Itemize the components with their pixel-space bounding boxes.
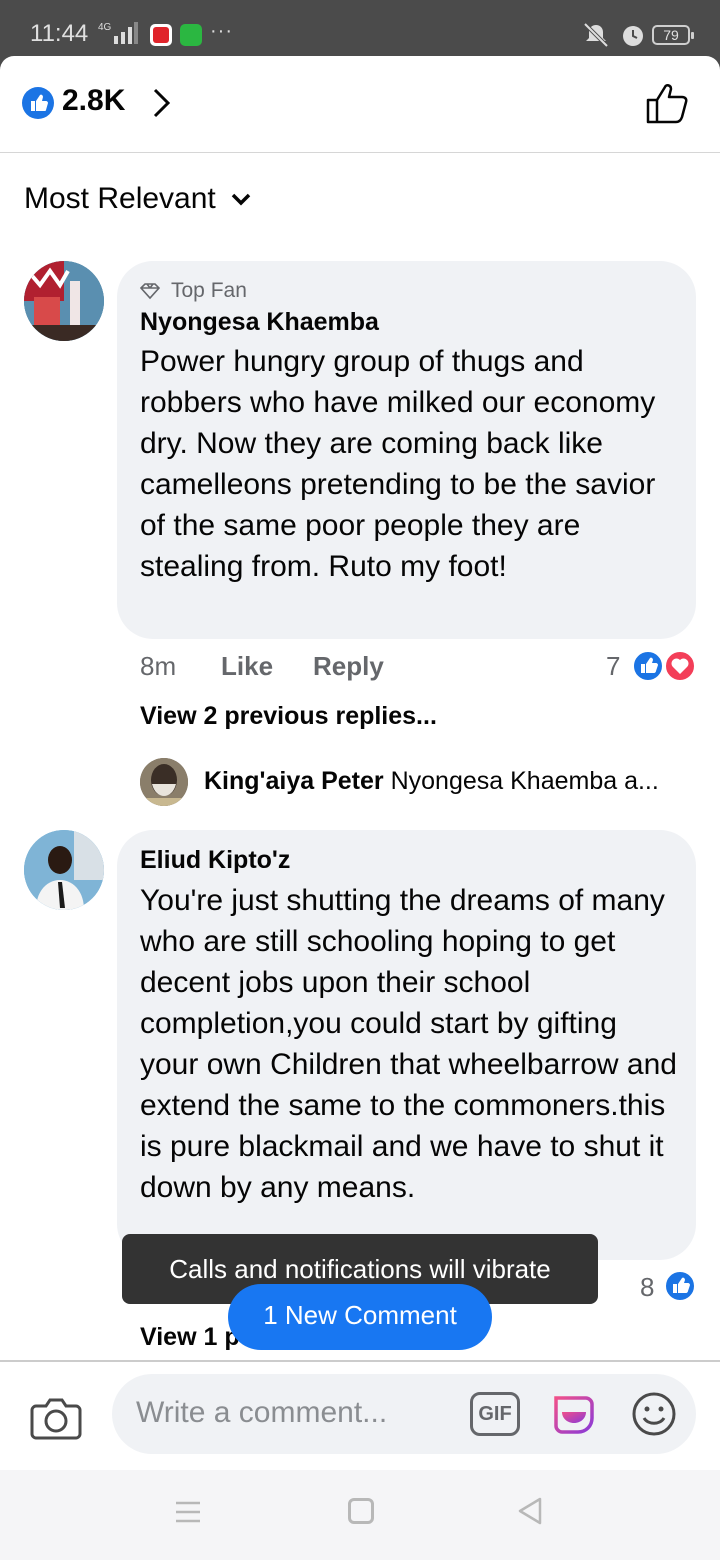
avatar[interactable]: [24, 261, 104, 341]
badge-label: Top Fan: [171, 279, 247, 302]
whatsapp-icon: [180, 24, 202, 46]
like-reaction-icon: [22, 87, 54, 119]
comment-placeholder: Write a comment...: [136, 1396, 388, 1429]
recent-apps-icon[interactable]: [174, 1500, 202, 1524]
like-button[interactable]: Like: [221, 651, 273, 682]
alarm-icon: [623, 26, 643, 46]
diamond-icon: [139, 283, 161, 300]
love-reaction-icon: [664, 650, 696, 682]
comment-time: 8m: [140, 651, 177, 681]
view-previous-replies[interactable]: View 2 previous replies...: [140, 702, 437, 731]
vibrate-mute-icon: [583, 22, 609, 48]
chevron-right-icon[interactable]: [150, 86, 174, 120]
comment-author[interactable]: Nyongesa Khaemba: [140, 308, 379, 337]
home-icon[interactable]: [348, 1498, 374, 1524]
reply-author: King'aiya Peter: [204, 767, 384, 795]
comment-bubble[interactable]: Eliud Kipto'z You're just shutting the d…: [117, 830, 696, 1260]
system-navigation-bar: [0, 1470, 720, 1560]
avatar[interactable]: [24, 830, 104, 910]
comment-composer: Write a comment... GIF: [0, 1360, 720, 1470]
comment-text: You're just shutting the dreams of many …: [140, 884, 677, 1204]
like-post-button[interactable]: [644, 82, 692, 126]
more-notifications-icon: ···: [210, 20, 233, 42]
top-fan-badge: Top Fan: [139, 279, 247, 303]
gif-button[interactable]: GIF: [470, 1392, 520, 1436]
sticker-icon[interactable]: [550, 1390, 598, 1438]
comment-input[interactable]: Write a comment... GIF: [112, 1374, 696, 1454]
like-reaction-icon: [632, 650, 664, 682]
status-bar: 11:44 4G ··· 79: [0, 0, 720, 62]
view-previous-replies[interactable]: View 1 p: [140, 1323, 240, 1352]
comment-text: Power hungry group of thugs and robbers …: [140, 345, 656, 583]
new-comment-button[interactable]: 1 New Comment: [228, 1284, 492, 1350]
sort-selector[interactable]: Most Relevant: [24, 182, 252, 216]
comment-reaction-count: 8: [640, 1272, 655, 1302]
camera-icon[interactable]: [30, 1394, 82, 1440]
reaction-count: 2.8K: [62, 84, 126, 117]
like-reaction-icon: [664, 1270, 696, 1302]
network-type: 4G: [98, 22, 112, 33]
sort-label: Most Relevant: [24, 182, 216, 215]
reply-preview[interactable]: King'aiya Peter Nyongesa Khaemba a...: [204, 767, 659, 796]
avatar[interactable]: [140, 758, 188, 806]
status-time: 11:44: [30, 20, 89, 47]
signal-icon: [114, 22, 138, 44]
news-app-icon: [150, 24, 172, 46]
screen: 11:44 4G ··· 79 2.8K Most Relevant Top F…: [0, 0, 720, 1560]
comment-author[interactable]: Eliud Kipto'z: [140, 846, 290, 875]
comment-bubble[interactable]: Top Fan Nyongesa Khaemba Power hungry gr…: [117, 261, 696, 639]
battery-indicator: 79: [652, 25, 694, 45]
reply-text: Nyongesa Khaemba a...: [390, 767, 659, 795]
chevron-down-icon: [231, 193, 250, 206]
comments-sheet: 2.8K Most Relevant Top Fan Nyongesa Khae…: [0, 56, 720, 1560]
reactions-header[interactable]: 2.8K: [0, 56, 720, 153]
comment-reaction-count: 7: [606, 651, 621, 681]
reply-button[interactable]: Reply: [313, 651, 384, 682]
emoji-icon[interactable]: [630, 1390, 678, 1438]
back-icon[interactable]: [516, 1496, 544, 1526]
